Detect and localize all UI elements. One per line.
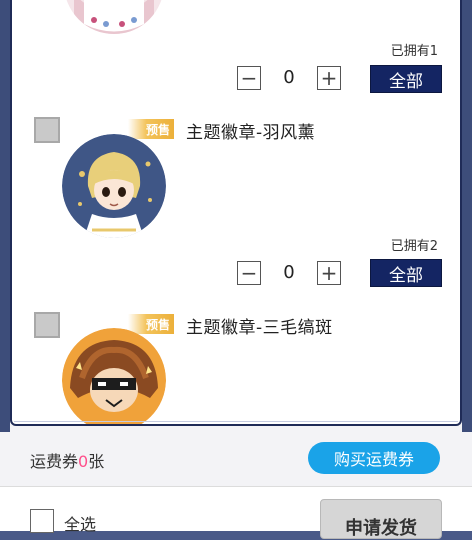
ticket-prefix: 运费券: [30, 452, 79, 471]
shipping-ticket-bar: 运费券0张 购买运费券: [0, 432, 472, 486]
badge-image-3: [62, 328, 166, 424]
item-checkbox-2[interactable]: [34, 117, 60, 143]
apply-shipping-button[interactable]: 申请发货: [320, 499, 442, 539]
select-all-checkbox[interactable]: [30, 509, 54, 533]
presale-badge-3: 预售: [128, 314, 174, 334]
item-title-2: 主题徽章-羽风薰: [186, 123, 316, 143]
increment-button-1[interactable]: +: [317, 66, 341, 90]
presale-badge-2: 预售: [128, 119, 174, 139]
select-all-label[interactable]: 全选: [64, 511, 96, 535]
quantity-stepper-1[interactable]: − 0 +: [237, 66, 357, 94]
badge-image-2: [62, 134, 166, 238]
item-checkbox-3[interactable]: [34, 312, 60, 338]
quantity-value-1[interactable]: 0: [269, 67, 309, 88]
shipping-ticket-count: 运费券0张: [30, 448, 104, 472]
ticket-suffix: 张: [88, 452, 105, 471]
decrement-button-1[interactable]: −: [237, 66, 261, 90]
badge-image-1: [64, 0, 164, 46]
item-title-3: 主题徽章-三毛缟斑: [186, 318, 333, 338]
select-all-quantity-button-1[interactable]: 全部: [370, 65, 442, 93]
panel-inner-border: [14, 421, 458, 422]
buy-shipping-ticket-button[interactable]: 购买运费券: [308, 442, 440, 474]
increment-button-2[interactable]: +: [317, 261, 341, 285]
quantity-stepper-2[interactable]: − 0 +: [237, 261, 357, 289]
decrement-button-2[interactable]: −: [237, 261, 261, 285]
quantity-value-2[interactable]: 0: [269, 262, 309, 283]
frame-border-left: [0, 0, 10, 440]
owned-count-1: 已拥有1: [390, 44, 438, 59]
select-all-quantity-button-2[interactable]: 全部: [370, 259, 442, 287]
app-frame: 已拥有1 − 0 + 全部 预售 主题徽章-羽风薰 已拥有2 − 0 + 全部 …: [0, 0, 472, 539]
owned-count-2: 已拥有2: [390, 239, 438, 254]
frame-border-right: [462, 0, 472, 440]
bottom-action-bar: 全选 申请发货: [0, 486, 472, 539]
ticket-count-value: 0: [78, 452, 89, 471]
badge-list-panel[interactable]: 已拥有1 − 0 + 全部 预售 主题徽章-羽风薰 已拥有2 − 0 + 全部 …: [10, 0, 462, 426]
